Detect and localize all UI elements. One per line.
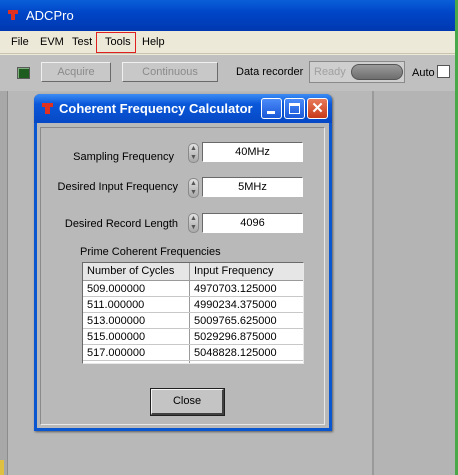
- cell-cycles: 511.000000: [87, 299, 145, 311]
- cell-cycles: 513.000000: [87, 315, 146, 327]
- right-panel: [372, 91, 458, 475]
- table-row[interactable]: 515.000000 5029296.875000: [83, 329, 303, 345]
- menu-test[interactable]: Test: [72, 36, 92, 48]
- ti-logo-icon: [42, 103, 53, 114]
- desired-input-frequency-field[interactable]: 5MHz: [202, 177, 303, 197]
- continuous-button[interactable]: Continuous: [122, 62, 218, 82]
- table-row[interactable]: 511.000000 4990234.375000: [83, 297, 303, 313]
- sampling-frequency-label: Sampling Frequency: [73, 151, 174, 163]
- menu-file[interactable]: File: [11, 36, 29, 48]
- minimize-icon: [267, 111, 275, 114]
- minimize-button[interactable]: [261, 98, 282, 119]
- maximize-icon: [289, 103, 300, 114]
- column-header-input-frequency: Input Frequency: [194, 265, 274, 277]
- data-recorder-label: Data recorder: [236, 66, 304, 78]
- tools-menu-highlight: [96, 32, 136, 53]
- prime-frequencies-caption: Prime Coherent Frequencies: [80, 246, 221, 258]
- record-toggle[interactable]: [351, 64, 403, 80]
- cell-input-frequency: 5009765.625000: [194, 315, 277, 327]
- cell-cycles: 517.000000: [87, 347, 146, 359]
- prime-frequencies-table[interactable]: Number of Cycles Input Frequency 509.000…: [82, 262, 304, 364]
- menu-help[interactable]: Help: [142, 36, 165, 48]
- table-row[interactable]: 509.000000 4970703.125000: [83, 281, 303, 297]
- status-led: [17, 67, 30, 79]
- app-title: ADCPro: [26, 8, 74, 23]
- app-titlebar: ADCPro: [0, 0, 458, 31]
- desired-record-length-label: Desired Record Length: [64, 218, 178, 230]
- auto-checkbox[interactable]: [437, 65, 450, 78]
- auto-label: Auto: [412, 67, 435, 79]
- table-header: Number of Cycles Input Frequency: [83, 263, 303, 281]
- menu-evm[interactable]: EVM: [40, 36, 64, 48]
- acquire-button[interactable]: Acquire: [41, 62, 111, 82]
- close-window-button[interactable]: ✕: [307, 98, 328, 119]
- desired-input-frequency-spinner[interactable]: ▲ ▼: [188, 178, 199, 198]
- cell-cycles: 515.000000: [87, 331, 146, 343]
- desired-record-length-field[interactable]: 4096: [202, 213, 303, 233]
- column-header-cycles: Number of Cycles: [87, 265, 175, 277]
- left-panel-edge: [0, 91, 8, 475]
- cell-input-frequency: 4990234.375000: [194, 299, 277, 311]
- left-edge-strip: [0, 460, 4, 475]
- cell-input-frequency: 5048828.125000: [194, 347, 277, 359]
- ti-logo-icon: [8, 10, 18, 20]
- table-row[interactable]: 517.000000 5048828.125000: [83, 345, 303, 361]
- menu-bar: File EVM Test Tools Help: [0, 31, 458, 54]
- cell-cycles: 509.000000: [87, 283, 146, 295]
- cell-input-frequency: 4970703.125000: [194, 283, 277, 295]
- dialog-title: Coherent Frequency Calculator: [59, 101, 253, 116]
- dialog-titlebar[interactable]: Coherent Frequency Calculator ✕: [34, 94, 332, 123]
- close-icon: ✕: [311, 100, 324, 117]
- desired-input-frequency-label: Desired Input Frequency: [57, 181, 178, 193]
- cell-input-frequency: 5029296.875000: [194, 331, 277, 343]
- sampling-frequency-spinner[interactable]: ▲ ▼: [188, 143, 199, 163]
- maximize-button[interactable]: [284, 98, 305, 119]
- desired-record-length-spinner[interactable]: ▲ ▼: [188, 213, 199, 233]
- sampling-frequency-field[interactable]: 40MHz: [202, 142, 303, 162]
- table-row[interactable]: 513.000000 5009765.625000: [83, 313, 303, 329]
- close-button[interactable]: Close: [151, 389, 224, 415]
